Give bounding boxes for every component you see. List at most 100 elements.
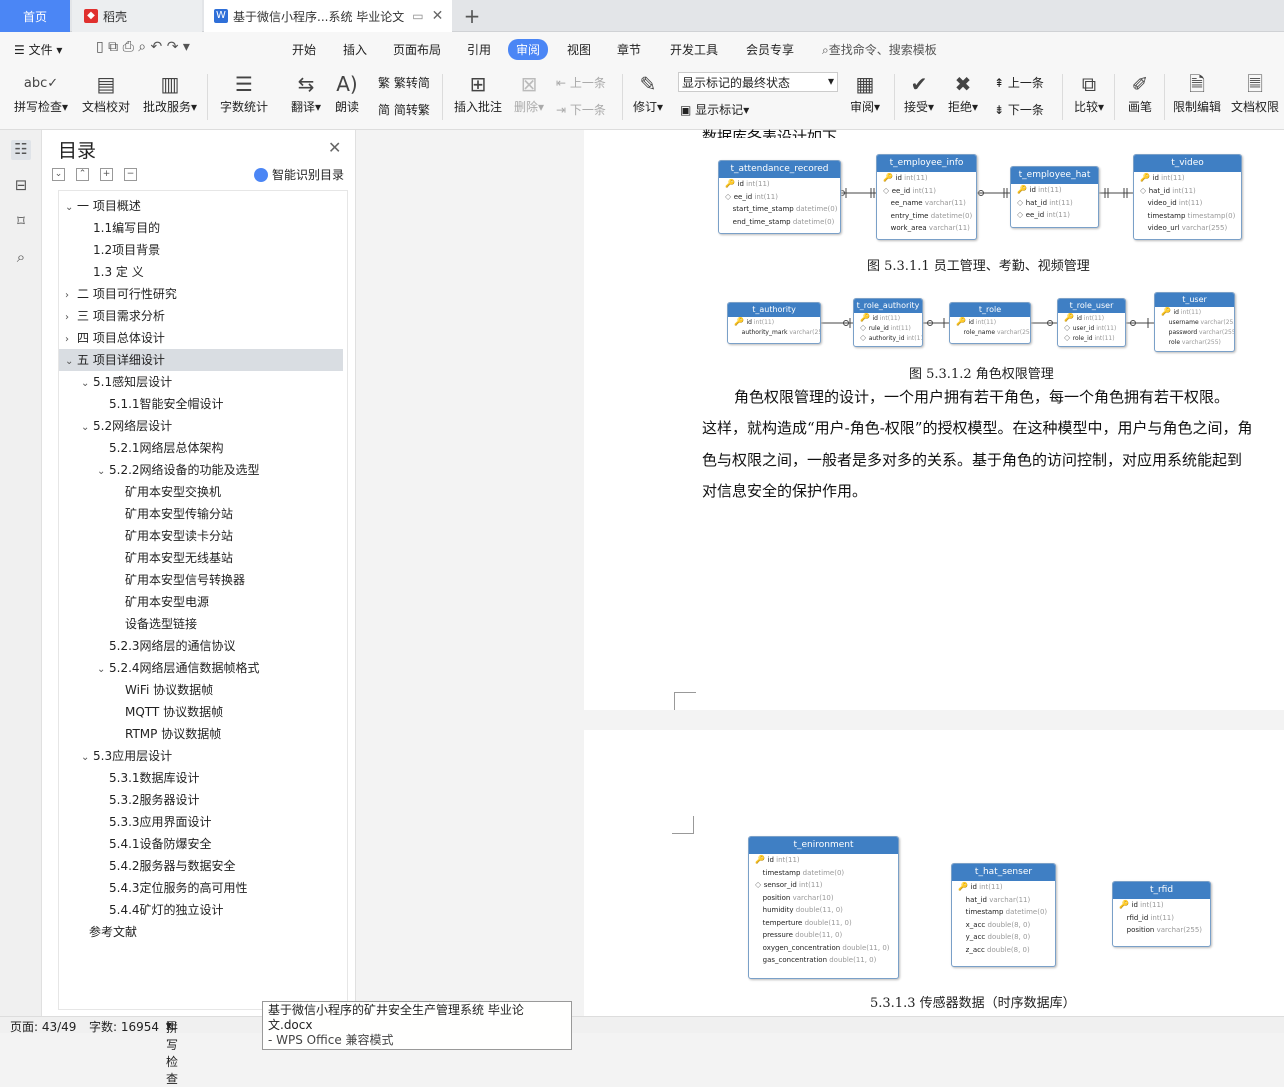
insert-comment-button[interactable]: ⊞ 插入批注 <box>452 70 504 115</box>
word-count[interactable]: 字数: 16954 <box>89 1018 159 1035</box>
monitor-icon[interactable]: ▭ <box>412 9 423 23</box>
add-heading-icon[interactable]: + <box>100 168 113 181</box>
proofread-button[interactable]: ▤ 文档校对 <box>80 70 132 115</box>
menu-devtools[interactable]: 开发工具 <box>670 41 718 58</box>
toc-item[interactable]: 5.1.1智能安全帽设计 <box>59 393 343 415</box>
show-markup-button[interactable]: ▣ 显示标记▾ <box>680 101 749 118</box>
toc-view-icon[interactable]: ☷ <box>11 140 31 160</box>
toc-item[interactable]: 矿用本安型读卡分站 <box>59 525 343 547</box>
next-change-button[interactable]: ⇟ 下一条 <box>994 101 1044 118</box>
delete-comment-button[interactable]: ⊠ 删除▾ <box>510 70 548 115</box>
annotation-service-button[interactable]: ▥ 批改服务▾ <box>140 70 200 115</box>
expand-all-icon[interactable]: ⌄ <box>52 168 65 181</box>
menu-insert[interactable]: 插入 <box>343 41 367 58</box>
toc-item[interactable]: 5.4.1设备防爆安全 <box>59 833 343 855</box>
translate-button[interactable]: ⇆ 翻译▾ <box>286 70 326 115</box>
chevron-right-icon[interactable]: › <box>65 285 77 307</box>
toc-item[interactable]: 矿用本安型信号转换器 <box>59 569 343 591</box>
file-menu[interactable]: ☰ 文件 ▾ <box>14 41 62 58</box>
toc-item[interactable]: 矿用本安型无线基站 <box>59 547 343 569</box>
bookmark-icon[interactable]: ⌑ <box>11 212 31 232</box>
read-aloud-button[interactable]: A) 朗读 <box>330 70 364 115</box>
menu-chapter[interactable]: 章节 <box>617 41 641 58</box>
simp-to-trad-button[interactable]: 简 简转繁 <box>378 101 430 118</box>
toc-item[interactable]: 参考文献 <box>59 921 343 943</box>
toc-item[interactable]: ⌄ 五 项目详细设计 <box>59 349 343 371</box>
chevron-down-icon[interactable]: ⌄ <box>97 461 109 483</box>
remove-heading-icon[interactable]: − <box>124 168 137 181</box>
toc-item[interactable]: ⌄ 5.1感知层设计 <box>59 371 343 393</box>
menu-view[interactable]: 视图 <box>567 41 591 58</box>
next-comment-button[interactable]: ⇥ 下一条 <box>556 101 606 118</box>
search-icon[interactable]: ⌕ <box>11 248 31 268</box>
menu-member[interactable]: 会员专享 <box>746 41 794 58</box>
toc-item[interactable]: 矿用本安型交换机 <box>59 481 343 503</box>
review-pane-button[interactable]: ▦ 审阅▾ <box>846 70 884 115</box>
toc-item[interactable]: 5.2.1网络层总体架构 <box>59 437 343 459</box>
menu-review[interactable]: 审阅 <box>508 39 549 60</box>
toc-item[interactable]: ⌄ 5.3应用层设计 <box>59 745 343 767</box>
spell-check-status[interactable]: ☑ 拼写检查 ▾ <box>166 1018 178 1086</box>
toc-item[interactable]: 矿用本安型电源 <box>59 591 343 613</box>
restrict-edit-button[interactable]: 🗎 限制编辑 <box>1170 70 1224 115</box>
markup-state-select[interactable]: 显示标记的最终状态 ▾ <box>678 72 838 92</box>
spell-check-button[interactable]: abc✓ 拼写检查▾ <box>10 70 72 115</box>
toc-item[interactable]: › 三 项目需求分析 <box>59 305 343 327</box>
command-search[interactable]: ⌕查找命令、搜索模板 <box>822 41 937 58</box>
page-indicator[interactable]: 页面: 43/49 <box>10 1018 76 1035</box>
tab-home[interactable]: 首页 <box>0 0 70 32</box>
chevron-down-icon[interactable]: ⌄ <box>65 351 77 373</box>
new-tab-button[interactable]: + <box>462 0 482 32</box>
toc-item[interactable]: 5.4.2服务器与数据安全 <box>59 855 343 877</box>
toc-item[interactable]: RTMP 协议数据帧 <box>59 723 343 745</box>
track-changes-button[interactable]: ✎ 修订▾ <box>630 70 666 115</box>
prev-comment-button[interactable]: ⇤ 上一条 <box>556 74 606 91</box>
toc-item[interactable]: 5.4.4矿灯的独立设计 <box>59 899 343 921</box>
chevron-down-icon[interactable]: ⌄ <box>97 659 109 681</box>
menu-reference[interactable]: 引用 <box>467 41 491 58</box>
toc-item[interactable]: › 二 项目可行性研究 <box>59 283 343 305</box>
menu-layout[interactable]: 页面布局 <box>393 41 441 58</box>
toc-item[interactable]: 5.3.3应用界面设计 <box>59 811 343 833</box>
toc-item[interactable]: 1.3 定 义 <box>59 261 343 283</box>
toc-item[interactable]: ⌄ 一 项目概述 <box>59 195 343 217</box>
menu-start[interactable]: 开始 <box>292 41 316 58</box>
toc-item[interactable]: › 四 项目总体设计 <box>59 327 343 349</box>
toc-item[interactable]: WiFi 协议数据帧 <box>59 679 343 701</box>
chevron-right-icon[interactable]: › <box>65 329 77 351</box>
toc-item[interactable]: ⌄ 5.2.4网络层通信数据帧格式 <box>59 657 343 679</box>
toc-item[interactable]: 1.2项目背景 <box>59 239 343 261</box>
quick-access-icons[interactable]: ▯ ⧉ ⎙ ⌕ ↶ ↷ ▾ <box>96 39 190 55</box>
toc-item[interactable]: 5.4.3定位服务的高可用性 <box>59 877 343 899</box>
word-count-button[interactable]: ☰ 字数统计 <box>218 70 270 115</box>
tab-daoke[interactable]: ◆ 稻壳 <box>72 0 202 32</box>
chevron-down-icon[interactable]: ⌄ <box>81 417 93 439</box>
toc-item[interactable]: MQTT 协议数据帧 <box>59 701 343 723</box>
tab-document[interactable]: W 基于微信小程序...系统 毕业论文 ▭ ✕ <box>204 0 452 32</box>
toc-item[interactable]: ⌄ 5.2网络层设计 <box>59 415 343 437</box>
toc-item[interactable]: ⌄ 5.2.2网络设备的功能及选型 <box>59 459 343 481</box>
outline-icon[interactable]: ⊟ <box>11 176 31 196</box>
smart-toc-button[interactable]: 智能识别目录 <box>254 166 344 183</box>
close-tab-icon[interactable]: ✕ <box>432 8 444 24</box>
toc-item[interactable]: 5.3.2服务器设计 <box>59 789 343 811</box>
accept-button[interactable]: ✔ 接受▾ <box>900 70 938 115</box>
chevron-right-icon[interactable]: › <box>65 307 77 329</box>
toc-item[interactable]: 设备选型链接 <box>59 613 343 635</box>
compare-button[interactable]: ⧉ 比较▾ <box>1070 70 1108 115</box>
trad-to-simp-button[interactable]: 繁 繁转简 <box>378 74 430 91</box>
toc-item[interactable]: 1.1编写目的 <box>59 217 343 239</box>
toc-item[interactable]: 5.3.1数据库设计 <box>59 767 343 789</box>
toc-item[interactable]: 5.2.3网络层的通信协议 <box>59 635 343 657</box>
table-field: 🔑 id int(11) <box>1058 313 1125 323</box>
doc-permission-button[interactable]: 🗏 文档权限 <box>1228 70 1282 115</box>
close-icon[interactable]: ✕ <box>328 138 341 157</box>
chevron-down-icon[interactable]: ⌄ <box>65 197 77 219</box>
collapse-all-icon[interactable]: ⌃ <box>76 168 89 181</box>
chevron-down-icon[interactable]: ⌄ <box>81 747 93 769</box>
reject-button[interactable]: ✖ 拒绝▾ <box>944 70 982 115</box>
prev-change-button[interactable]: ⇞ 上一条 <box>994 74 1044 91</box>
toc-item[interactable]: 矿用本安型传输分站 <box>59 503 343 525</box>
pen-button[interactable]: ✐ 画笔 <box>1122 70 1158 115</box>
chevron-down-icon[interactable]: ⌄ <box>81 373 93 395</box>
